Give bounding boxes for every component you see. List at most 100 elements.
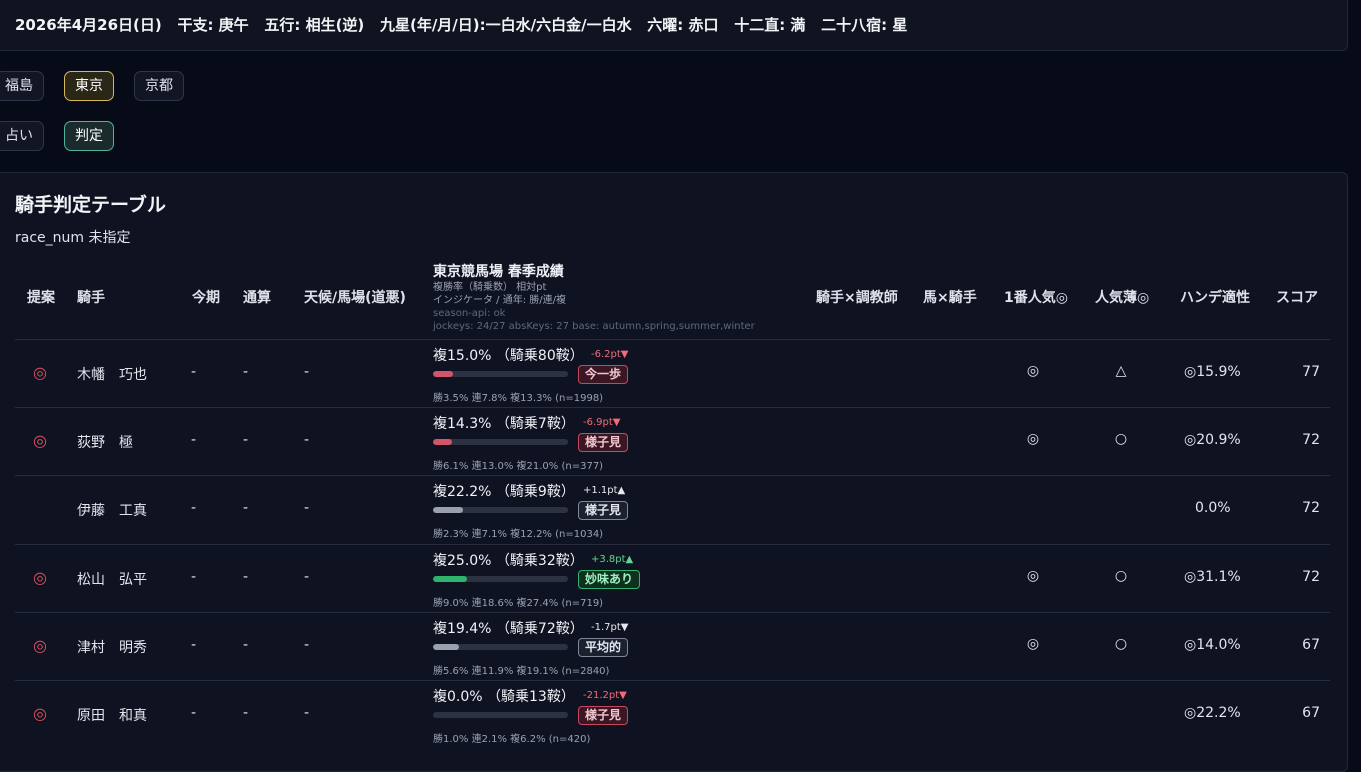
handicap-value: ◎20.9% bbox=[1184, 432, 1241, 448]
weather-value: - bbox=[304, 569, 310, 585]
col-header-total: 通算 bbox=[243, 290, 271, 306]
venue-tab-kyoto[interactable]: 京都 bbox=[134, 71, 184, 101]
suggest-mark: ◎ bbox=[33, 704, 47, 723]
col-header-current: 今期 bbox=[192, 290, 220, 306]
table-row[interactable]: ◎ 原田 和真 - - - 複0.0% （騎乗13鞍） -21.2pt▼ 様子見… bbox=[0, 681, 1331, 749]
panel-title: 騎手判定テーブル bbox=[15, 194, 166, 216]
fortune-header: 2026年4月26日(日) 干支: 庚午 五行: 相生(逆) 九星(年/月/日)… bbox=[0, 0, 1348, 51]
annual-stats: 勝3.5% 連7.8% 複13.3% (n=1998) bbox=[433, 393, 604, 404]
total-value: - bbox=[243, 432, 249, 448]
table-row[interactable]: ◎ 荻野 極 - - - 複14.3% （騎乗7鞍） -6.9pt▼ 様子見 勝… bbox=[0, 408, 1331, 476]
fav1-mark: ◎ bbox=[1026, 363, 1040, 379]
indicator-badge: 妙味あり bbox=[578, 570, 641, 589]
jockey-name: 松山 弘平 bbox=[77, 572, 147, 588]
total-value: - bbox=[243, 637, 249, 653]
total-value: - bbox=[243, 500, 249, 516]
jockey-name: 原田 和真 bbox=[77, 708, 147, 724]
relative-pt: -6.2pt▼ bbox=[591, 349, 629, 360]
score-value: 72 bbox=[1302, 432, 1320, 448]
rate-bar-fill bbox=[433, 507, 463, 513]
venue-season-line3: season-api: ok bbox=[433, 308, 506, 319]
mode-tab-fortune[interactable]: 占い bbox=[0, 121, 44, 151]
fav1-mark: ◎ bbox=[1026, 636, 1040, 652]
relative-pt: +1.1pt▲ bbox=[583, 485, 626, 496]
mode-tab-judgement[interactable]: 判定 bbox=[64, 121, 114, 151]
col-header-jockey: 騎手 bbox=[77, 290, 105, 306]
indicator-badge: 様子見 bbox=[578, 501, 629, 520]
col-header-longshot: 人気薄◎ bbox=[1095, 290, 1150, 306]
rate-bar-fill bbox=[433, 644, 460, 650]
handicap-value: ◎22.2% bbox=[1184, 705, 1241, 721]
rate-bar-fill bbox=[433, 576, 467, 582]
table-row[interactable]: ◎ 木幡 巧也 - - - 複15.0% （騎乗80鞍） -6.2pt▼ 今一歩… bbox=[0, 340, 1331, 408]
place-rate: 複15.0% （騎乗80鞍） bbox=[433, 348, 584, 364]
col-header-suggest: 提案 bbox=[27, 290, 55, 306]
annual-stats: 勝9.0% 連18.6% 複27.4% (n=719) bbox=[433, 598, 604, 609]
current-value: - bbox=[191, 569, 197, 585]
total-value: - bbox=[243, 705, 249, 721]
col-header-score: スコア bbox=[1276, 290, 1318, 306]
jockey-judgement-panel: 騎手判定テーブル race_num 未指定 提案 騎手 今期 通算 天候/馬場(… bbox=[0, 172, 1348, 772]
suggest-mark: ◎ bbox=[33, 363, 47, 382]
score-value: 67 bbox=[1302, 705, 1320, 721]
place-rate: 複0.0% （騎乗13鞍） bbox=[433, 689, 575, 705]
score-value: 72 bbox=[1302, 500, 1320, 516]
rate-bar bbox=[433, 644, 568, 650]
indicator-badge: 平均的 bbox=[578, 638, 629, 657]
venue-season-line2: インジケータ / 通年: 勝/連/複 bbox=[433, 295, 567, 306]
date-text: 2026年4月26日(日) bbox=[15, 16, 162, 34]
current-value: - bbox=[191, 432, 197, 448]
place-rate: 複22.2% （騎乗9鞍） bbox=[433, 484, 575, 500]
venue-season-title: 東京競馬場 春季成績 bbox=[433, 264, 564, 280]
rate-bar bbox=[433, 712, 568, 718]
rate-bar-fill bbox=[433, 439, 453, 445]
col-header-horse: 馬×騎手 bbox=[923, 290, 977, 306]
kusei-text: 九星(年/月/日):一白水/六白金/一白水 bbox=[379, 16, 632, 34]
suggest-mark: ◎ bbox=[33, 568, 47, 587]
annual-stats: 勝6.1% 連13.0% 複21.0% (n=377) bbox=[433, 461, 604, 472]
total-value: - bbox=[243, 569, 249, 585]
current-value: - bbox=[191, 364, 197, 380]
jockey-name: 荻野 極 bbox=[77, 435, 133, 451]
fortune-summary: 2026年4月26日(日) 干支: 庚午 五行: 相生(逆) 九星(年/月/日)… bbox=[15, 14, 907, 35]
venue-tab-tokyo[interactable]: 東京 bbox=[64, 71, 114, 101]
jockey-name: 津村 明秀 bbox=[77, 640, 147, 656]
current-value: - bbox=[191, 705, 197, 721]
relative-pt: -6.9pt▼ bbox=[583, 417, 621, 428]
rate-bar-fill bbox=[433, 371, 454, 377]
rate-bar bbox=[433, 507, 568, 513]
venue-season-line1: 複勝率（騎乗数） 相対pt bbox=[433, 282, 547, 293]
longshot-mark: ○ bbox=[1114, 636, 1128, 652]
annual-stats: 勝1.0% 連2.1% 複6.2% (n=420) bbox=[433, 734, 591, 745]
table-row[interactable]: ◎ 津村 明秀 - - - 複19.4% （騎乗72鞍） -1.7pt▼ 平均的… bbox=[0, 613, 1331, 681]
score-value: 77 bbox=[1302, 364, 1320, 380]
weather-value: - bbox=[304, 705, 310, 721]
rate-bar bbox=[433, 371, 568, 377]
annual-stats: 勝5.6% 連11.9% 複19.1% (n=2840) bbox=[433, 666, 610, 677]
col-header-handicap: ハンデ適性 bbox=[1180, 290, 1250, 306]
suggest-mark: ◎ bbox=[33, 636, 47, 655]
current-value: - bbox=[191, 637, 197, 653]
junichoku-text: 十二直: 満 bbox=[734, 16, 806, 34]
fav1-mark: ◎ bbox=[1026, 568, 1040, 584]
longshot-mark: ○ bbox=[1114, 431, 1128, 447]
col-header-weather: 天候/馬場(道悪) bbox=[304, 290, 406, 306]
weather-value: - bbox=[304, 500, 310, 516]
panel-subtitle: race_num 未指定 bbox=[15, 230, 131, 246]
eto-text: 干支: 庚午 bbox=[177, 16, 249, 34]
handicap-value: ◎14.0% bbox=[1184, 637, 1241, 653]
col-header-fav1: 1番人気◎ bbox=[1004, 290, 1068, 306]
longshot-mark: △ bbox=[1115, 363, 1127, 379]
col-header-venue-season: 東京競馬場 春季成績 複勝率（騎乗数） 相対pt インジケータ / 通年: 勝/… bbox=[433, 261, 755, 333]
nijuhasshuku-text: 二十八宿: 星 bbox=[821, 16, 908, 34]
table-row[interactable]: ◎ 松山 弘平 - - - 複25.0% （騎乗32鞍） +3.8pt▲ 妙味あ… bbox=[0, 545, 1331, 613]
indicator-badge: 様子見 bbox=[578, 433, 629, 452]
current-value: - bbox=[191, 500, 197, 516]
venue-tab-fukushima[interactable]: 福島 bbox=[0, 71, 44, 101]
table-row[interactable]: 伊藤 工真 - - - 複22.2% （騎乗9鞍） +1.1pt▲ 様子見 勝2… bbox=[0, 476, 1331, 545]
gogyo-text: 五行: 相生(逆) bbox=[264, 16, 365, 34]
score-value: 67 bbox=[1302, 637, 1320, 653]
handicap-value: ◎15.9% bbox=[1184, 364, 1241, 380]
weather-value: - bbox=[304, 364, 310, 380]
place-rate: 複14.3% （騎乗7鞍） bbox=[433, 416, 575, 432]
